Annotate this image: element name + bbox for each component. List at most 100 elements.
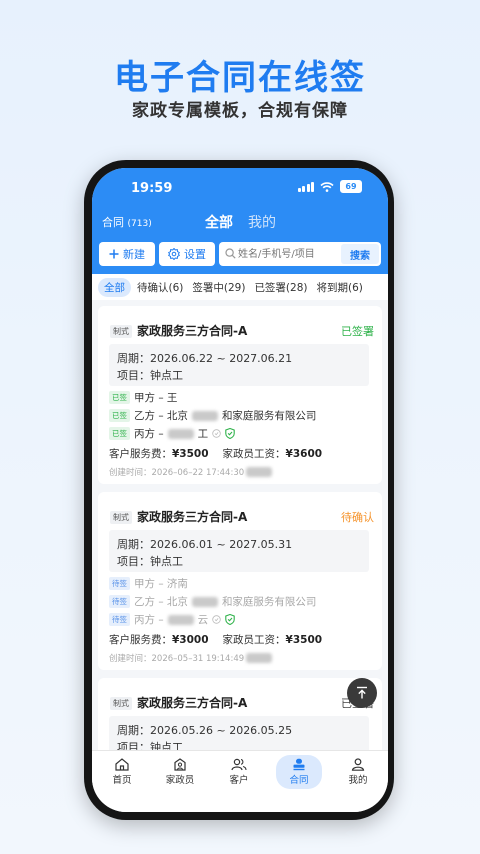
wifi-icon xyxy=(320,181,334,192)
back-to-top-button[interactable] xyxy=(347,678,377,708)
app-header: 19:59 69 合同 (713) 全部 我的 新建 设置 姓名/手机号/项目 … xyxy=(92,168,388,274)
status-badge: 已签署 xyxy=(341,325,374,338)
nav-home[interactable]: 首页 xyxy=(96,755,148,789)
tab-all[interactable]: 全部 xyxy=(205,212,233,232)
party-c-suffix: 云 xyxy=(197,614,209,626)
party-b-prefix: 乙方 – 北京 xyxy=(134,410,188,422)
template-tag: 制式 xyxy=(110,511,132,524)
fee-row: 客户服务费：¥3000 家政员工资：¥3500 xyxy=(109,632,322,647)
redacted-text xyxy=(191,596,218,607)
settings-label: 设置 xyxy=(184,248,206,261)
verified-icon xyxy=(212,429,221,438)
party-a-row: 已签 甲方 – 王 xyxy=(109,390,177,405)
contract-card[interactable]: 制式 家政服务三方合同-A 已签署 周期：2026.06.22 ~ 2027.0… xyxy=(98,306,382,484)
contract-card[interactable]: 制式 家政服务三方合同-A 已签署 周期：2026.05.26 ~ 2026.0… xyxy=(98,678,382,750)
status-time: 19:59 xyxy=(131,181,173,196)
customer-icon xyxy=(231,758,247,771)
worker-wage-label: 家政员工资： xyxy=(222,448,286,460)
party-c-prefix: 丙方 – xyxy=(134,428,164,440)
worker-wage: ¥3500 xyxy=(285,634,323,646)
nav-customer-label: 客户 xyxy=(229,775,249,786)
party-b-suffix: 和家庭服务有限公司 xyxy=(221,410,317,422)
redacted-text xyxy=(246,653,273,663)
party-b-prefix: 乙方 – 北京 xyxy=(134,596,188,608)
contract-project: 项目：钟点工 xyxy=(117,369,183,382)
filter-all[interactable]: 全部 xyxy=(98,277,131,297)
bottom-nav: 首页 家政员 客户 合同 我的 xyxy=(92,750,388,812)
contract-title: 家政服务三方合同-A xyxy=(137,696,248,710)
nav-profile-label: 我的 xyxy=(348,775,368,786)
party-c-prefix: 丙方 – xyxy=(134,614,164,626)
filter-signing[interactable]: 签署中(29) xyxy=(189,278,248,297)
search-button[interactable]: 搜索 xyxy=(341,244,379,264)
client-fee: ¥3500 xyxy=(172,448,209,460)
created-time: 创建时间：2026–06–22 17:44:30 xyxy=(109,468,245,478)
contract-title: 家政服务三方合同-A xyxy=(137,324,248,338)
created-time: 创建时间：2026–05–31 19:14:49 xyxy=(109,654,245,664)
template-tag: 制式 xyxy=(110,325,132,338)
search-box: 搜索 xyxy=(219,242,381,266)
nav-contract-label: 合同 xyxy=(289,775,309,786)
party-a-name: 甲方 – 王 xyxy=(134,392,178,404)
party-a-name: 甲方 – 济南 xyxy=(134,578,188,590)
contract-project: 项目：钟点工 xyxy=(117,741,183,750)
created-time-row: 创建时间：2026–05–31 19:14:49 xyxy=(109,652,273,664)
nav-housekeeper-label: 家政员 xyxy=(165,775,195,786)
signal-icon xyxy=(297,181,314,192)
profile-icon xyxy=(351,758,365,771)
redacted-text xyxy=(191,410,218,421)
status-icons: 69 xyxy=(297,180,362,193)
new-contract-label: 新建 xyxy=(123,248,145,261)
client-fee-label: 客户服务费： xyxy=(109,448,172,460)
party-b-suffix: 和家庭服务有限公司 xyxy=(221,596,317,608)
promo-title: 电子合同在线签 xyxy=(114,58,366,98)
battery-icon: 69 xyxy=(340,180,362,193)
settings-button[interactable]: 设置 xyxy=(159,242,215,266)
sign-status-tag: 已签 xyxy=(109,427,130,440)
shield-icon xyxy=(225,428,235,439)
filter-signed[interactable]: 已签署(28) xyxy=(251,278,310,297)
redacted-text xyxy=(246,467,273,477)
promo-subtitle: 家政专属模板，合规有保障 xyxy=(132,101,348,121)
contract-project: 项目：钟点工 xyxy=(117,555,183,568)
party-c-suffix: 工 xyxy=(197,428,209,440)
filter-bar: 全部 待确认(6) 签署中(29) 已签署(28) 将到期(6) xyxy=(92,274,388,300)
status-badge: 待确认 xyxy=(341,511,374,524)
new-contract-button[interactable]: 新建 xyxy=(99,242,155,266)
contract-title: 家政服务三方合同-A xyxy=(137,510,248,524)
sign-status-tag: 已签 xyxy=(109,409,130,422)
contract-info: 周期：2026.06.01 ~ 2027.05.31 项目：钟点工 xyxy=(109,530,369,572)
nav-customer[interactable]: 客户 xyxy=(213,755,265,789)
party-c-row: 待签 丙方 – 云 xyxy=(109,612,235,627)
contract-period: 周期：2026.06.22 ~ 2027.06.21 xyxy=(117,352,293,365)
party-c-row: 已签 丙方 – 工 xyxy=(109,426,235,441)
housekeeper-icon xyxy=(174,758,186,771)
search-input[interactable] xyxy=(238,244,338,264)
arrow-up-icon xyxy=(357,686,367,699)
party-b-row: 已签 乙方 – 北京 和家庭服务有限公司 xyxy=(109,408,316,423)
tab-mine[interactable]: 我的 xyxy=(248,212,276,232)
nav-housekeeper[interactable]: 家政员 xyxy=(154,755,206,789)
contract-count: (713) xyxy=(127,219,152,229)
template-tag: 制式 xyxy=(110,697,132,710)
contract-count-label: 合同 (713) xyxy=(102,214,152,230)
fee-row: 客户服务费：¥3500 家政员工资：¥3600 xyxy=(109,446,322,461)
filter-pending-confirm[interactable]: 待确认(6) xyxy=(134,278,186,297)
filter-expiring[interactable]: 将到期(6) xyxy=(314,278,366,297)
sign-status-tag: 待签 xyxy=(109,577,130,590)
worker-wage: ¥3600 xyxy=(285,448,323,460)
contract-card[interactable]: 制式 家政服务三方合同-A 待确认 周期：2026.06.01 ~ 2027.0… xyxy=(98,492,382,670)
nav-profile[interactable]: 我的 xyxy=(332,755,384,789)
contract-info: 周期：2026.05.26 ~ 2026.05.25 项目：钟点工 xyxy=(109,716,369,750)
nav-contract[interactable]: 合同 xyxy=(276,755,322,789)
nav-home-label: 首页 xyxy=(112,775,132,786)
contract-list: 制式 家政服务三方合同-A 已签署 周期：2026.06.22 ~ 2027.0… xyxy=(92,300,388,750)
worker-wage-label: 家政员工资： xyxy=(222,634,286,646)
plus-icon xyxy=(109,249,119,259)
sign-status-tag: 待签 xyxy=(109,613,130,626)
home-icon xyxy=(115,758,129,771)
contract-icon xyxy=(293,758,305,771)
gear-icon xyxy=(168,248,180,260)
contract-label: 合同 xyxy=(102,216,124,229)
sign-status-tag: 已签 xyxy=(109,391,130,404)
